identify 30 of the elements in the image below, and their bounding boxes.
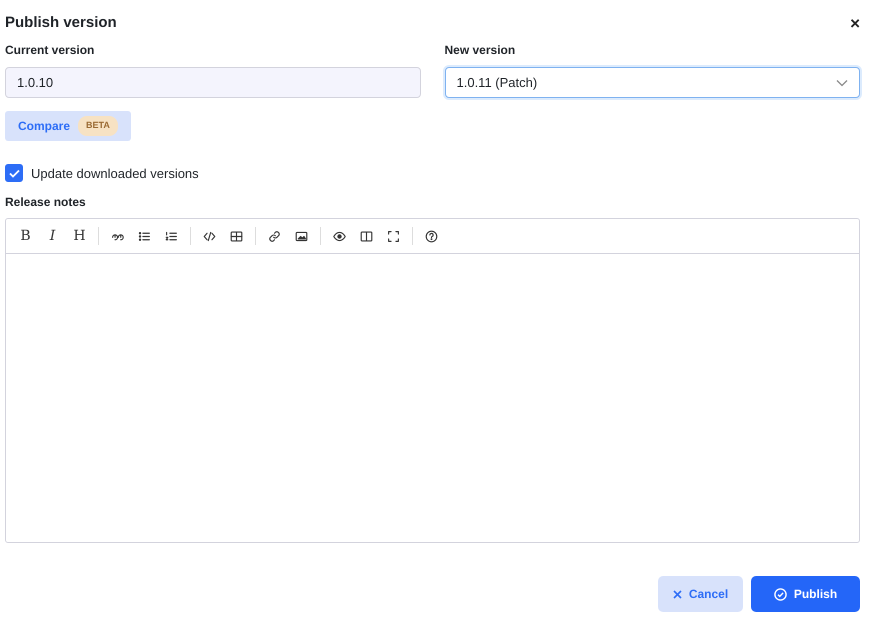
field-label: Release notes	[5, 194, 87, 211]
field-label: New version	[444, 42, 516, 59]
compare-button[interactable]: Compare BETA	[5, 111, 131, 140]
close-button[interactable]: ×	[844, 14, 860, 32]
version-field[interactable]: 1.0.10	[5, 67, 420, 98]
code-icon	[203, 230, 216, 242]
numbered-list-icon	[165, 230, 178, 242]
help-icon	[425, 230, 438, 242]
publish-button[interactable]: Publish	[751, 576, 860, 612]
table-icon	[230, 230, 243, 242]
cancel-button[interactable]: Cancel	[658, 576, 743, 612]
beta-badge: BETA	[78, 116, 118, 136]
bullet-list-icon	[138, 230, 151, 242]
link-icon	[268, 230, 281, 242]
dialog-title: Publish version	[5, 14, 117, 32]
checkbox[interactable]	[5, 164, 23, 182]
field-label: Current version	[5, 42, 96, 59]
bold-button[interactable]: B	[12, 222, 39, 250]
eye-icon	[333, 230, 346, 242]
columns-icon	[360, 230, 373, 242]
version-select[interactable]: 1.0.11 (Patch)	[444, 67, 860, 98]
heading-button[interactable]: H	[66, 222, 93, 250]
close-icon	[672, 590, 682, 598]
check-icon	[8, 168, 20, 178]
italic-button[interactable]: I	[39, 222, 66, 250]
chevron-down-icon	[836, 78, 848, 86]
fullscreen-icon	[387, 230, 400, 242]
image-icon	[295, 230, 308, 242]
check-circle-icon	[774, 588, 787, 600]
checkbox-label: Update downloaded versions	[31, 164, 199, 183]
